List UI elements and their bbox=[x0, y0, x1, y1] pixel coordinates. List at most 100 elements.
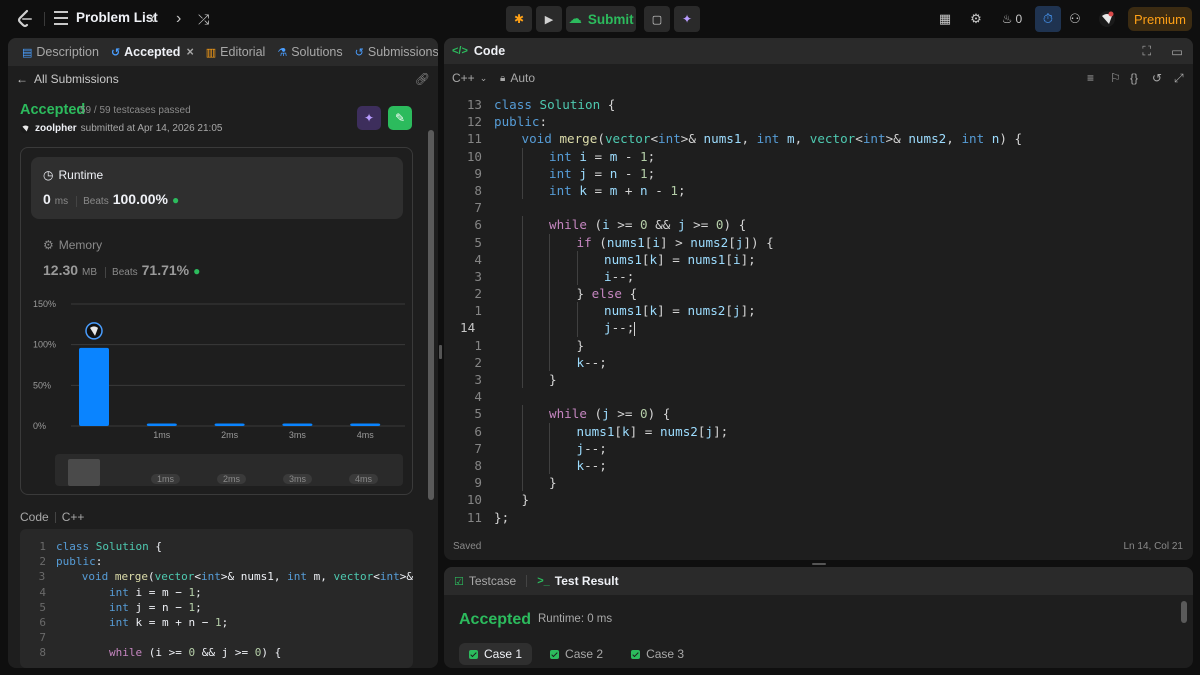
editor-line[interactable]: 6 while (i >= 0 && j >= 0) { bbox=[444, 216, 1193, 234]
indent-guide bbox=[521, 216, 523, 234]
run-button[interactable]: ▶ bbox=[536, 6, 562, 32]
code-icon: </> bbox=[452, 45, 468, 57]
indent-guide bbox=[521, 336, 523, 354]
debug-button[interactable]: ✱ bbox=[506, 6, 532, 32]
memory-stats: 12.30 MB Beats 71.71% ● bbox=[43, 262, 200, 278]
editor-line[interactable]: 5 if (nums1[i] > nums2[j]) { bbox=[444, 233, 1193, 251]
tab-description[interactable]: ▤ Description bbox=[16, 38, 105, 66]
prev-problem-icon[interactable]: ‹ bbox=[150, 10, 155, 28]
editor-line[interactable]: 7 j--; bbox=[444, 439, 1193, 457]
language-select[interactable]: C++ ⌄ bbox=[452, 71, 487, 85]
editor-line[interactable]: 9} bbox=[444, 474, 1193, 492]
next-problem-icon[interactable]: › bbox=[176, 10, 181, 28]
username[interactable]: zoolpher bbox=[35, 123, 77, 134]
tab-editorial-label: Editorial bbox=[220, 45, 266, 59]
settings-button[interactable]: ⚙ bbox=[963, 6, 989, 32]
tab-test-result[interactable]: >_ Test Result bbox=[537, 574, 618, 588]
editor-line[interactable]: 9 int j = n - 1; bbox=[444, 164, 1193, 182]
flask-icon: ⚗ bbox=[277, 46, 288, 59]
editor-line[interactable]: 8 k--; bbox=[444, 456, 1193, 475]
memory-unit: MB bbox=[82, 267, 98, 278]
edit-note-button[interactable]: ✎ bbox=[388, 106, 412, 130]
leetcode-logo-icon[interactable] bbox=[14, 8, 36, 30]
editor-line[interactable]: 10} bbox=[444, 491, 1193, 508]
tab-accepted[interactable]: ↺ Accepted × bbox=[105, 38, 200, 66]
avatar[interactable] bbox=[1094, 6, 1120, 32]
case-label: Case 1 bbox=[484, 647, 523, 661]
y-tick-label: 0% bbox=[33, 421, 46, 431]
result-status: Accepted bbox=[459, 611, 532, 628]
editor-line[interactable]: 3} bbox=[444, 371, 1193, 389]
ai-assist-button[interactable]: ✦ bbox=[674, 6, 700, 32]
tab-testcase[interactable]: ☑ Testcase bbox=[454, 574, 516, 588]
code-line: 3 void merge(vector<int>& nums1, int m, … bbox=[20, 569, 413, 584]
editor-line[interactable]: 13 class Solution { bbox=[444, 96, 1193, 113]
tab-editorial[interactable]: ▥ Editorial bbox=[200, 38, 272, 66]
editor-line[interactable]: 8 int k = m + n - 1; bbox=[444, 181, 1193, 200]
editor-line[interactable]: 6 nums1[k] = nums2[j]; bbox=[444, 422, 1193, 440]
expand-icon[interactable]: ⛶ bbox=[1142, 44, 1151, 59]
memory-heading[interactable]: ⚙ Memory bbox=[43, 238, 102, 252]
case-tab[interactable]: Case 2 bbox=[540, 643, 613, 665]
link-icon[interactable]: 🔗︎ bbox=[415, 72, 430, 86]
shuffle-icon[interactable]: ⤮ bbox=[198, 11, 209, 28]
editor-line[interactable]: 1} bbox=[444, 336, 1193, 354]
streak-counter[interactable]: ♨ 0 bbox=[995, 6, 1029, 32]
layout-button[interactable]: ▦ bbox=[932, 6, 958, 32]
indent-guide bbox=[549, 302, 550, 320]
all-submissions-link[interactable]: ← All Submissions 🔗︎ bbox=[16, 72, 430, 86]
indent-guide bbox=[549, 439, 550, 457]
tab-solutions[interactable]: ⚗ Solutions bbox=[271, 38, 348, 66]
editor-line[interactable]: 11}; bbox=[444, 509, 1193, 526]
editor-line[interactable]: 3 i--; bbox=[444, 267, 1193, 286]
x-tick-label: 1ms bbox=[153, 430, 171, 440]
result-scrollbar[interactable] bbox=[1181, 601, 1187, 623]
indent-guide bbox=[549, 336, 550, 354]
editor-line[interactable]: 1 nums1[k] = nums2[j]; bbox=[444, 302, 1193, 320]
tab-submissions[interactable]: ↺ Submissions bbox=[349, 38, 438, 66]
reset-icon[interactable]: ↺ bbox=[1152, 71, 1162, 85]
editor-line[interactable]: 12 public: bbox=[444, 113, 1193, 130]
add-friend-button[interactable]: ⚇ bbox=[1062, 6, 1088, 32]
scroller-handle[interactable] bbox=[68, 459, 100, 486]
scroller-label: 4ms bbox=[349, 474, 379, 484]
auto-mode[interactable]: 🔒︎ Auto bbox=[500, 71, 535, 85]
runtime-card[interactable]: ◷ Runtime 0 ms Beats 100.00% ● bbox=[31, 157, 403, 219]
submit-button[interactable]: ☁ Submit bbox=[566, 6, 636, 32]
maximize-icon[interactable]: ▭ bbox=[1171, 44, 1183, 59]
editor-line[interactable]: 2} else { bbox=[444, 285, 1193, 303]
editor-line[interactable]: 2 k--; bbox=[444, 353, 1193, 371]
code-editor[interactable]: 13 class Solution {12 public: 11 void merge(… bbox=[444, 96, 1193, 526]
premium-button[interactable]: Premium bbox=[1128, 7, 1192, 31]
indent-guide bbox=[576, 302, 578, 320]
timer-button[interactable]: ⏱ bbox=[1035, 6, 1061, 32]
testcases-passed: 59 / 59 testcases passed bbox=[80, 105, 191, 116]
cursor-position: Ln 14, Col 21 bbox=[1123, 541, 1184, 552]
chart-range-scroller[interactable]: 1ms 2ms 3ms 4ms bbox=[55, 454, 403, 486]
close-icon[interactable]: × bbox=[186, 45, 193, 59]
format-icon[interactable]: ≡ bbox=[1087, 71, 1094, 85]
fullscreen-icon[interactable]: ⤢ bbox=[1174, 71, 1184, 86]
left-scrollbar[interactable] bbox=[428, 130, 434, 500]
editor-line[interactable]: 7 bbox=[444, 199, 1193, 216]
editor-line[interactable]: 11 void merge(vector<int>& nums1, int m, … bbox=[444, 130, 1193, 147]
bookmark-icon[interactable]: ⚐ bbox=[1110, 71, 1121, 85]
editor-line[interactable]: 14 j--; bbox=[444, 319, 1193, 337]
editor-line[interactable]: 10 int i = m - 1; bbox=[444, 147, 1193, 165]
left-tabbar: ▤ Description ↺ Accepted × ▥ Editorial ⚗… bbox=[8, 38, 438, 66]
problem-list-button[interactable]: Problem List bbox=[54, 10, 158, 25]
analyze-button[interactable]: ✦ bbox=[357, 106, 381, 130]
case-tab[interactable]: Case 1 bbox=[459, 643, 533, 665]
resize-handle-horizontal[interactable] bbox=[812, 563, 826, 565]
user-plus-icon: ⚇ bbox=[1069, 11, 1081, 26]
line-number: 3 bbox=[474, 268, 482, 284]
notes-button[interactable]: ▢ bbox=[644, 6, 670, 32]
editor-line[interactable]: 4 nums1[k] = nums1[i]; bbox=[444, 250, 1193, 268]
editor-line[interactable]: 5 while (j >= 0) { bbox=[444, 405, 1193, 423]
case-tab[interactable]: Case 3 bbox=[621, 643, 694, 665]
resize-handle-vertical[interactable] bbox=[439, 345, 442, 359]
bar bbox=[214, 423, 245, 426]
braces-icon[interactable]: {} bbox=[1130, 71, 1138, 85]
indent-guide bbox=[521, 353, 523, 371]
editor-line[interactable]: 4 bbox=[444, 388, 1193, 405]
